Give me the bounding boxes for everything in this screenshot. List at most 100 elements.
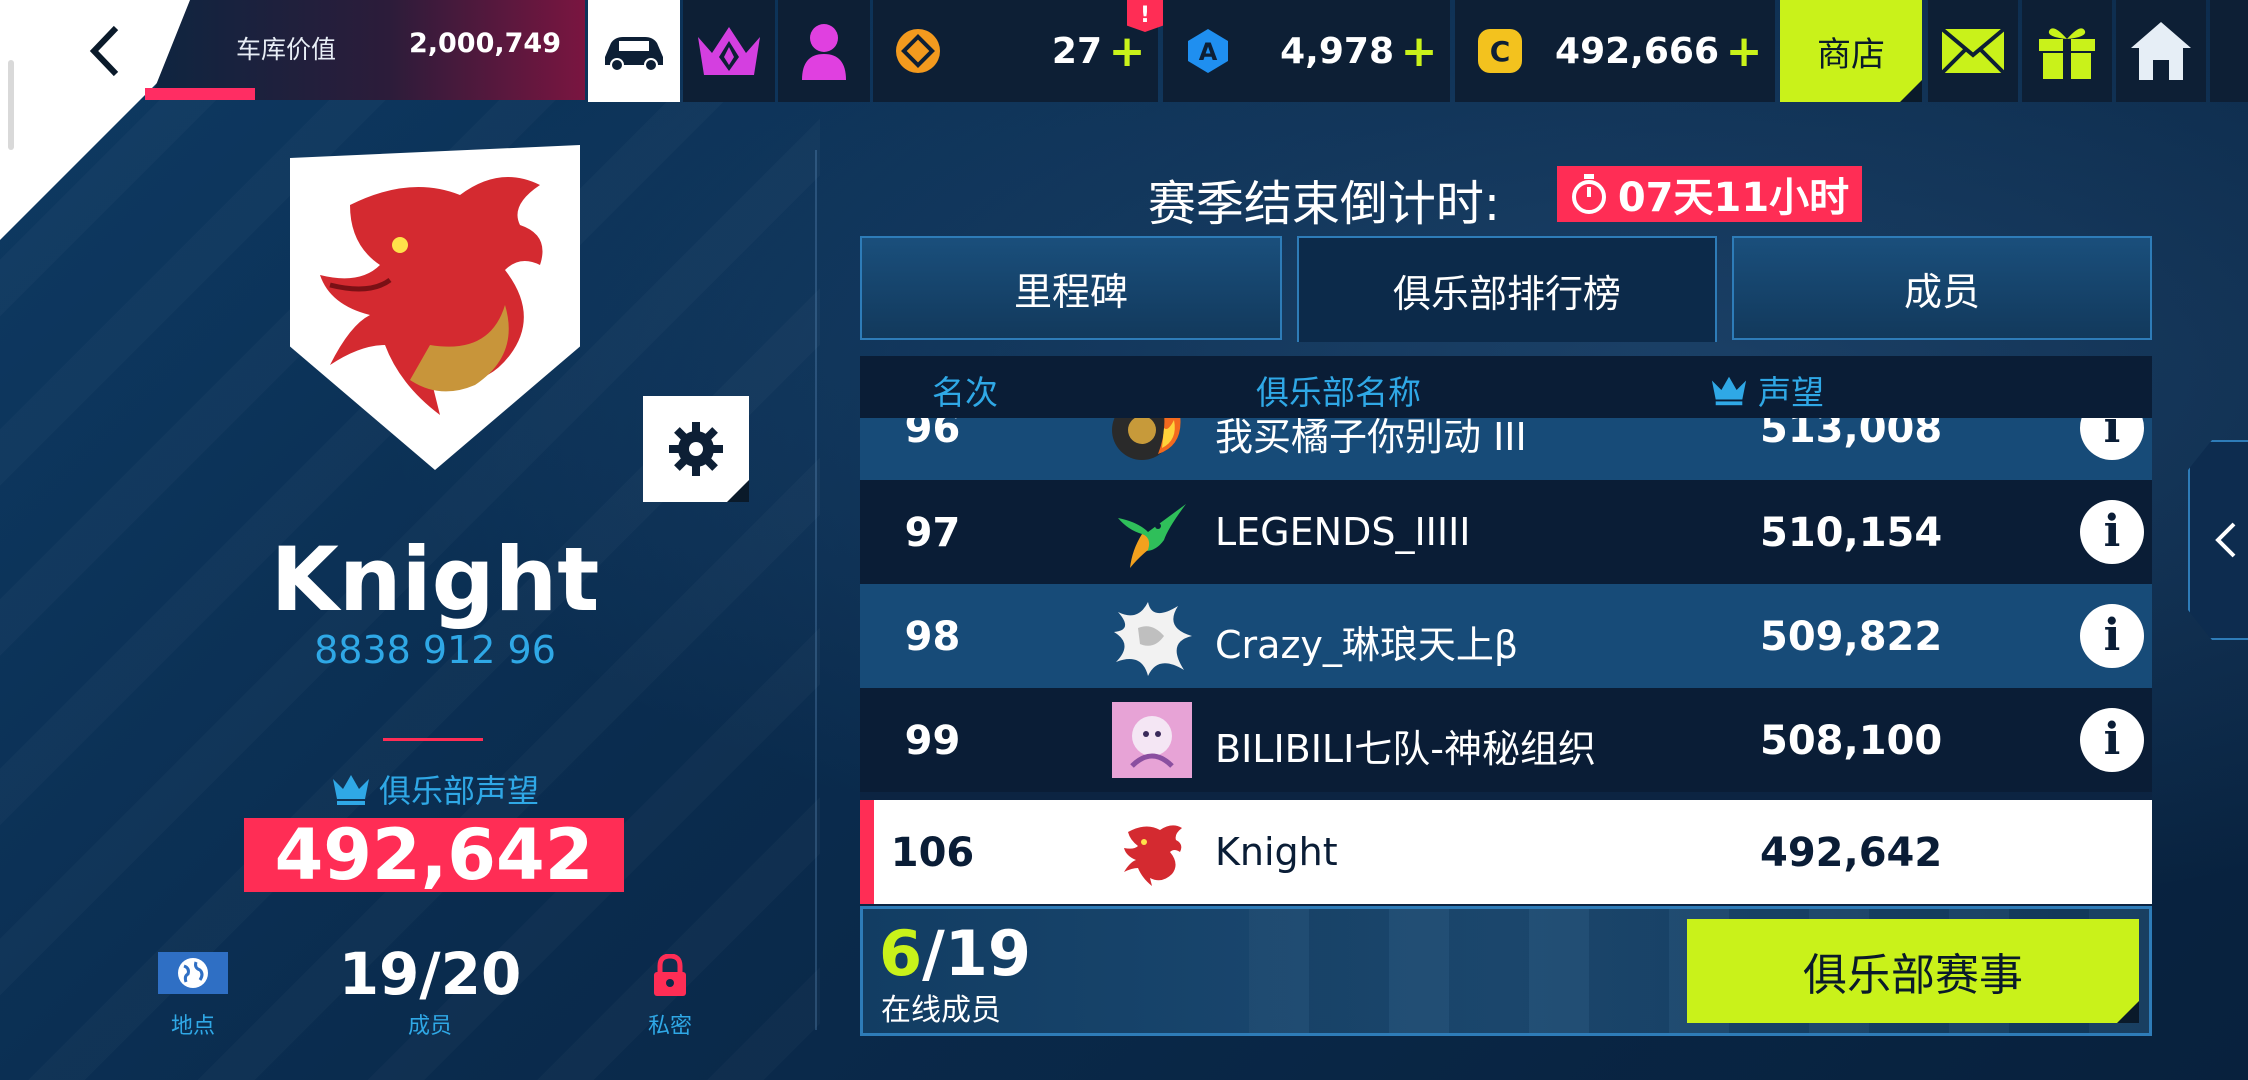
reputation-label-text: 俱乐部声望: [378, 772, 539, 810]
mail-icon: [1940, 27, 2006, 75]
online-count: 6: [879, 917, 923, 990]
top-bar: 车库价值 2,000,749 27 + ! A 4,978 + C 492,66…: [0, 0, 2248, 102]
leaderboard-header: 名次 俱乐部名称 声望: [860, 356, 2152, 418]
red-dragon-icon: [1108, 808, 1196, 896]
club-crown-button[interactable]: [683, 0, 775, 102]
tokens-currency[interactable]: 27 +: [873, 0, 1158, 102]
online-members-label: 在线成员: [881, 993, 1001, 1028]
back-arrow-icon: [89, 25, 119, 77]
table-row[interactable]: 98 Crazy_琳琅天上β 509,822 i: [860, 584, 2152, 688]
row-club-name: Crazy_琳琅天上β: [1215, 623, 1519, 667]
home-icon: [2131, 22, 2191, 80]
my-club-score: 492,642: [1760, 830, 1943, 876]
garage-value: 2,000,749: [408, 28, 561, 59]
tab-milestones[interactable]: 里程碑: [860, 236, 1282, 340]
mail-button[interactable]: [1928, 0, 2018, 102]
header-rank: 名次: [932, 373, 998, 412]
row-club-name: 我买橘子你别动 III: [1215, 418, 1527, 459]
avatar-icon: [802, 24, 846, 80]
stopwatch-icon: [1571, 174, 1606, 214]
row-score: 508,100: [1760, 718, 1943, 764]
white-splash-icon: [1108, 592, 1196, 680]
garage-label: 车库价值: [236, 35, 337, 64]
hummingbird-icon: [1108, 488, 1196, 576]
corner-marker: [1900, 80, 1922, 102]
crown-emblem-icon: [698, 27, 760, 75]
club-footer: 6/19 在线成员 俱乐部赛事: [860, 906, 2152, 1036]
my-club-row[interactable]: 106 Knight 492,642: [860, 800, 2152, 904]
row-score: 513,008: [1760, 418, 1943, 452]
row-rank: 97: [904, 510, 961, 556]
table-row[interactable]: 96 我买橘子你别动 III 513,008 i: [860, 418, 2152, 480]
add-credits-button[interactable]: +: [1719, 26, 1769, 77]
home-button[interactable]: [2116, 0, 2206, 102]
tire-flame-icon: [1108, 418, 1196, 472]
header-reputation-text: 声望: [1758, 373, 1824, 412]
add-blueprints-button[interactable]: +: [1394, 26, 1444, 77]
tab-label: 成员: [1903, 269, 1980, 314]
row-rank: 99: [904, 718, 961, 764]
members-label: 成员: [407, 1014, 452, 1039]
gear-icon: [669, 422, 723, 476]
row-score: 509,822: [1760, 614, 1943, 660]
club-settings-button[interactable]: [643, 396, 749, 502]
info-button[interactable]: i: [2080, 604, 2144, 668]
online-total: /19: [922, 917, 1032, 990]
info-button[interactable]: i: [2080, 708, 2144, 772]
svg-text:A: A: [1199, 38, 1218, 66]
crown-icon: [332, 775, 369, 805]
online-members-count: 6/19: [879, 917, 1031, 990]
back-button[interactable]: [70, 14, 140, 88]
pink-sketch-icon: [1108, 696, 1196, 784]
gift-button[interactable]: [2022, 0, 2112, 102]
panel-divider: [815, 150, 817, 1030]
info-button[interactable]: i: [2080, 418, 2144, 460]
car-icon: [605, 37, 663, 71]
location-button[interactable]: [158, 952, 228, 994]
info-button[interactable]: i: [2080, 500, 2144, 564]
club-event-button[interactable]: 俱乐部赛事: [1687, 919, 2139, 1023]
privacy-button[interactable]: [648, 952, 692, 1000]
blueprints-value: 4,978: [1280, 30, 1394, 72]
credits-value: 492,666: [1555, 30, 1719, 72]
lock-icon: [654, 954, 686, 996]
my-club-accent: [860, 800, 874, 904]
club-event-label: 俱乐部赛事: [1803, 950, 2023, 1001]
club-id: 8838 912 96: [314, 628, 556, 672]
season-countdown-timer: 07天11小时: [1557, 166, 1862, 222]
notification-badge: !: [1127, 0, 1163, 32]
credits-currency[interactable]: C 492,666 +: [1455, 0, 1775, 102]
chevron-left-icon: [2215, 522, 2236, 558]
season-countdown-label: 赛季结束倒计时:: [1147, 176, 1500, 232]
shop-button[interactable]: 商店: [1780, 0, 1922, 102]
divider: [383, 738, 483, 741]
row-score: 510,154: [1760, 510, 1943, 556]
blueprints-currency[interactable]: A 4,978 +: [1163, 0, 1450, 102]
shop-label: 商店: [1817, 34, 1885, 75]
row-club-name: BILIBILI七队-神秘组织: [1215, 727, 1597, 771]
tokens-value: 27: [1051, 30, 1102, 72]
countdown-value: 07天11小时: [1617, 175, 1850, 221]
leaderboard-rows[interactable]: 96 我买橘子你别动 III 513,008 i 97 LEGENDS_IIII…: [860, 418, 2152, 838]
blueprint-icon: A: [1183, 26, 1233, 76]
side-panel-toggle[interactable]: [2188, 440, 2248, 640]
profile-avatar-button[interactable]: [778, 0, 870, 102]
add-tokens-button[interactable]: +: [1102, 26, 1152, 77]
my-club-rank: 106: [890, 830, 975, 876]
header-reputation: 声望: [1710, 366, 1824, 414]
location-label: 地点: [170, 1014, 215, 1039]
row-club-name: LEGENDS_IIIII: [1215, 510, 1471, 554]
credits-icon: C: [1475, 26, 1525, 76]
tab-club-leaderboard[interactable]: 俱乐部排行榜: [1297, 236, 1717, 342]
table-row[interactable]: 99 BILIBILI七队-神秘组织 508,100 i: [860, 688, 2152, 792]
members-count: 19/20: [338, 940, 522, 1008]
header-club-name: 俱乐部名称: [1256, 373, 1421, 412]
garage-value-panel[interactable]: 车库价值 2,000,749: [150, 0, 585, 100]
table-row[interactable]: 97 LEGENDS_IIIII 510,154 i: [860, 480, 2152, 584]
topbar-edge: [2210, 0, 2248, 102]
garage-car-button[interactable]: [588, 0, 680, 102]
row-rank: 96: [904, 418, 961, 452]
token-icon: [893, 26, 943, 76]
my-club-name: Knight: [1215, 830, 1338, 874]
tab-members[interactable]: 成员: [1732, 236, 2152, 340]
